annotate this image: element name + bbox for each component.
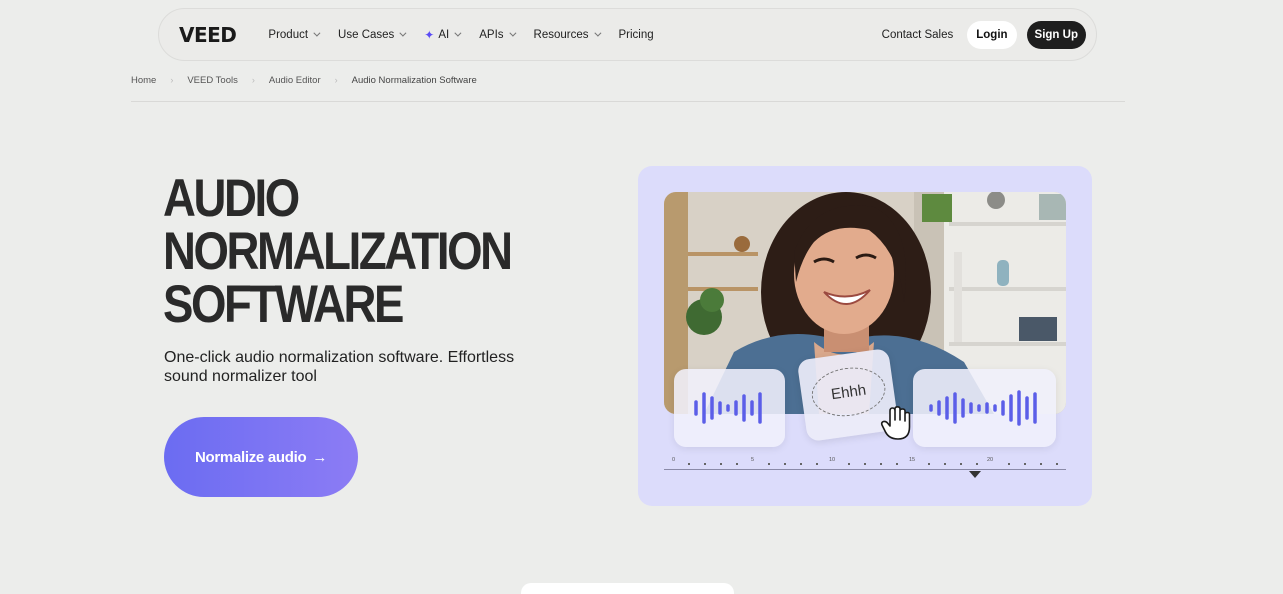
ruler-label: 10 [829,457,836,463]
contact-sales-link[interactable]: Contact Sales [882,29,954,41]
timeline-ruler: 0 5 10 15 20 [664,456,1066,470]
main-menu: Product Use Cases ✦ AI APIs Resources Pr… [258,20,663,50]
waveform-icon [928,390,1037,426]
breadcrumb-veed-tools[interactable]: VEED Tools [187,75,238,86]
menu-item-label: Pricing [618,28,654,41]
signup-button[interactable]: Sign Up [1026,20,1086,49]
waveform-clip-left [674,369,785,447]
hand-cursor-icon [880,406,911,440]
login-button[interactable]: Login [967,20,1017,49]
veed-logo[interactable]: VEED [179,23,237,47]
hero-media-card: Ehhh 0 5 10 15 20 [638,166,1092,506]
normalize-audio-button[interactable]: Normalize audio → [164,417,358,497]
breadcrumb-separator-icon: › [251,75,255,85]
breadcrumb-home[interactable]: Home [131,75,156,86]
title-line: SOFTWARE [163,275,404,334]
cta-label: Normalize audio [194,448,307,466]
breadcrumb-audio-editor[interactable]: Audio Editor [269,75,321,86]
ruler-label: 15 [909,457,916,463]
chevron-down-icon [313,29,321,37]
menu-item-label: Resources [533,28,589,41]
page-title: AUDIO NORMALIZATION SOFTWARE [163,169,513,334]
hero-subtitle: One-click audio normalization software. … [164,349,515,385]
breadcrumb: Home › VEED Tools › Audio Editor › Audio… [131,75,1125,102]
breadcrumb-separator-icon: › [170,75,174,85]
caption-bubble-text: Ehhh [830,381,868,403]
chevron-down-icon [454,29,462,37]
menu-item-ai[interactable]: ✦ AI [414,20,469,50]
menu-item-resources[interactable]: Resources [524,20,609,50]
ruler-label: 20 [987,457,994,463]
breadcrumb-separator-icon: › [334,75,338,85]
waveform-icon [693,392,762,424]
menu-item-apis[interactable]: APIs [469,20,523,50]
menu-item-use-cases[interactable]: Use Cases [328,20,414,50]
bottom-floating-panel [521,583,734,594]
ruler-label: 5 [751,457,755,463]
title-line: NORMALIZATION [163,222,513,281]
top-navbar: VEED Product Use Cases ✦ AI APIs Resourc… [158,8,1097,61]
menu-item-label: APIs [479,28,504,41]
playhead-marker-icon[interactable] [969,471,981,478]
menu-item-pricing[interactable]: Pricing [609,20,664,50]
menu-item-label: AI [438,28,450,41]
breadcrumb-current-page: Audio Normalization Software [351,75,477,86]
menu-item-label: Product [268,28,309,41]
caption-oval: Ehhh [808,362,889,421]
chevron-down-icon [508,29,516,37]
sparkle-icon: ✦ [424,27,435,42]
chevron-down-icon [593,29,601,37]
waveform-clip-right [913,369,1056,447]
nav-actions: Contact Sales Login Sign Up [882,20,1086,49]
arrow-right-icon: → [312,448,328,466]
chevron-down-icon [399,29,407,37]
title-line: AUDIO [163,169,300,228]
ruler-label: 0 [672,457,676,463]
menu-item-product[interactable]: Product [258,20,328,50]
menu-item-label: Use Cases [338,28,395,41]
